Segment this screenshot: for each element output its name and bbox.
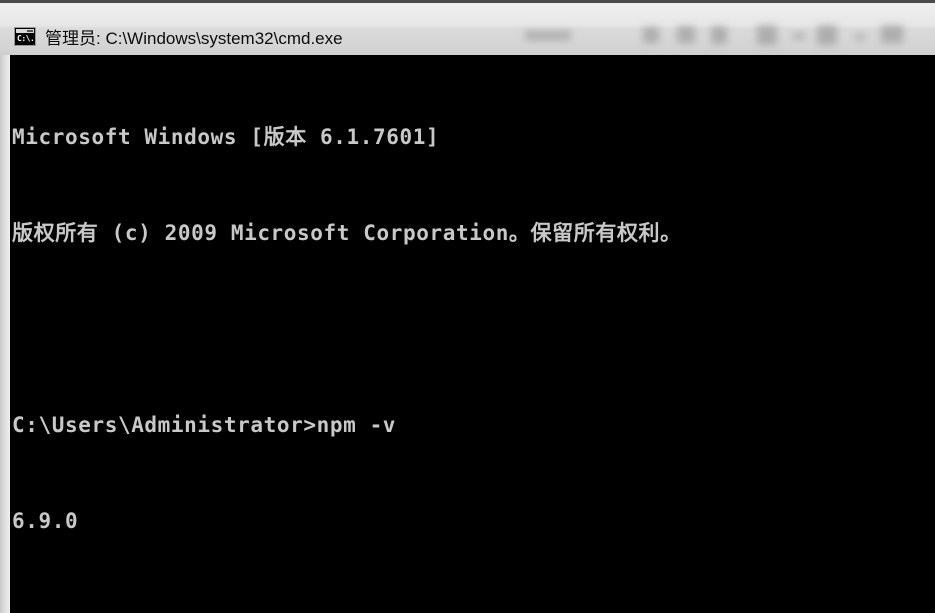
- console-output: Microsoft Windows [版本 6.1.7601] 版权所有 (c)…: [12, 57, 682, 613]
- blurred-overlay-artifacts: [525, 23, 925, 51]
- console-client-area[interactable]: Microsoft Windows [版本 6.1.7601] 版权所有 (c)…: [10, 55, 935, 613]
- window-titlebar[interactable]: C:\. 管理员: C:\Windows\system32\cmd.exe: [0, 0, 935, 55]
- titlebar-content: C:\. 管理员: C:\Windows\system32\cmd.exe: [14, 24, 343, 48]
- cmd-icon-prompt-glyph: C:\.: [17, 33, 35, 43]
- console-line: C:\Users\Administrator>npm -v: [12, 413, 397, 437]
- console-line: 版权所有 (c) 2009 Microsoft Corporation。保留所有…: [12, 221, 682, 245]
- window-left-frame: [0, 55, 10, 613]
- cmd-window[interactable]: C:\. 管理员: C:\Windows\system32\cmd.exe Mi…: [0, 0, 935, 613]
- cmd-icon: C:\.: [14, 26, 36, 46]
- console-line: 6.9.0: [12, 509, 79, 533]
- console-line: Microsoft Windows [版本 6.1.7601]: [12, 125, 440, 149]
- cmd-icon-titlebar-glyph: [16, 28, 34, 33]
- window-title: 管理员: C:\Windows\system32\cmd.exe: [45, 28, 343, 48]
